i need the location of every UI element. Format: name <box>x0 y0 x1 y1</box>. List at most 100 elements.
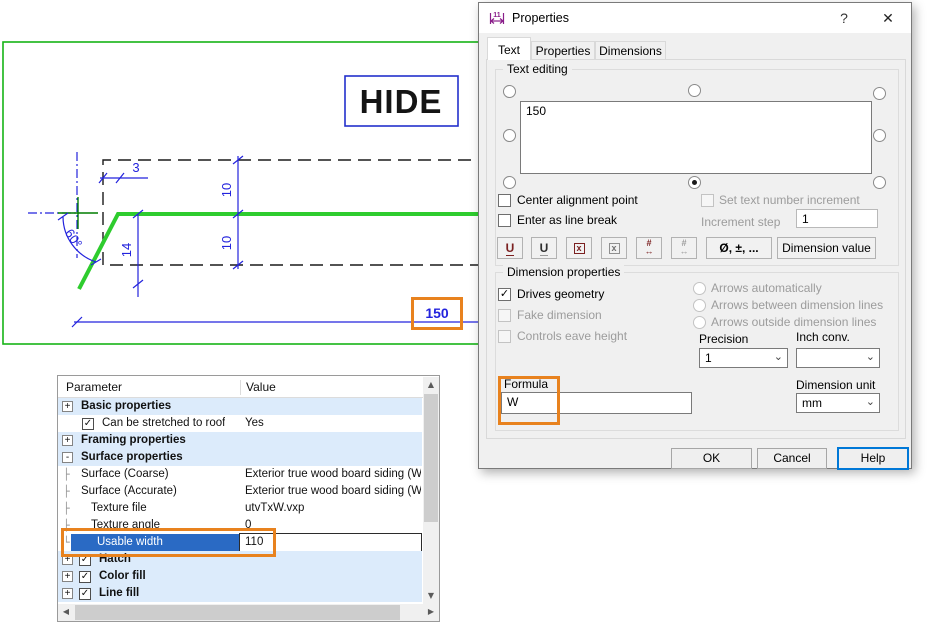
underline-on-icon: U <box>506 241 515 256</box>
dimension-unit-select[interactable]: mm ⌄ <box>796 393 880 413</box>
scroll-up-icon[interactable]: ▲ <box>423 377 439 393</box>
tab-text[interactable]: Text <box>487 37 531 60</box>
precision-select[interactable]: 1 ⌄ <box>699 348 788 368</box>
inch-conv-select[interactable]: ⌄ <box>796 348 880 368</box>
table-row[interactable]: + ✓ Line fill <box>58 585 422 602</box>
row-checkbox[interactable]: ✓ <box>79 571 91 583</box>
table-row[interactable]: -Surface properties <box>58 449 422 466</box>
column-header-value[interactable]: Value <box>240 380 276 395</box>
underline-off-icon: U <box>540 241 549 256</box>
tab-dimensions[interactable]: Dimensions <box>595 41 666 60</box>
hide-label-text[interactable]: HIDE <box>360 83 443 120</box>
dimension-10-top <box>233 156 243 218</box>
inch-conv-label: Inch conv. <box>796 330 850 344</box>
table-row[interactable]: +Basic properties <box>58 398 422 415</box>
cancel-button[interactable]: Cancel <box>757 448 827 469</box>
align-radio-middle-left[interactable] <box>503 129 516 142</box>
align-radio-top-left[interactable] <box>503 85 516 98</box>
align-radio-top-center[interactable] <box>688 84 701 97</box>
dim-text-on-icon: #↔ <box>645 239 654 255</box>
set-increment-label: Set text number increment <box>719 193 860 207</box>
scroll-right-icon[interactable]: ▶ <box>423 604 439 620</box>
arrows-between-radio <box>693 299 706 312</box>
arrows-auto-label: Arrows automatically <box>711 281 822 295</box>
align-radio-bottom-center[interactable] <box>688 176 701 189</box>
tree-branch-icon: ├ <box>63 500 75 517</box>
dim-text-on-button[interactable]: #↔ <box>636 237 662 259</box>
controls-eave-label: Controls eave height <box>517 329 627 343</box>
tree-branch-icon: ├ <box>63 466 75 483</box>
align-radio-middle-right[interactable] <box>873 129 886 142</box>
drives-geometry-checkbox[interactable]: ✓ <box>498 288 511 301</box>
table-row[interactable]: ├Surface (Coarse)Exterior true wood boar… <box>58 466 422 483</box>
dimension-3-text[interactable]: 3 <box>132 160 139 175</box>
param-label: Framing properties <box>81 432 186 449</box>
row-checkbox[interactable]: ✓ <box>82 418 94 430</box>
scroll-down-icon[interactable]: ▼ <box>423 588 439 604</box>
boxed-text-off-icon: x <box>609 243 620 254</box>
close-icon[interactable]: ✕ <box>867 3 909 33</box>
dimension-text-input[interactable]: 150 <box>520 101 872 174</box>
dim-text-off-button: #↔ <box>671 237 697 259</box>
center-alignment-checkbox[interactable] <box>498 194 511 207</box>
dimension-value-button[interactable]: Dimension value <box>777 237 876 259</box>
increment-step-input[interactable]: 1 <box>796 209 878 228</box>
expand-toggle[interactable]: + <box>62 401 73 412</box>
help-button[interactable]: Help <box>837 447 909 470</box>
table-row[interactable]: ✓Can be stretched to roofYes <box>58 415 422 432</box>
column-header-parameter[interactable]: Parameter <box>66 380 122 394</box>
dialog-titlebar[interactable]: 11 Properties ? ✕ <box>479 3 911 33</box>
param-value: utvTxW.vxp <box>245 500 421 517</box>
table-row[interactable]: + ✓ Color fill <box>58 568 422 585</box>
symbols-button[interactable]: Ø, ±, ... <box>706 237 772 259</box>
vertical-scrollbar[interactable]: ▲ ▼ <box>423 377 439 604</box>
align-radio-bottom-right[interactable] <box>873 176 886 189</box>
dimension-10-top-text[interactable]: 10 <box>219 183 234 197</box>
expand-toggle[interactable]: + <box>62 588 73 599</box>
precision-value: 1 <box>705 351 712 365</box>
param-label: Surface (Accurate) <box>81 483 177 500</box>
param-label: Line fill <box>99 585 139 602</box>
dimension-unit-value: mm <box>802 396 822 410</box>
table-row[interactable]: ├Surface (Accurate)Exterior true wood bo… <box>58 483 422 500</box>
dimension-10-bottom <box>233 214 243 269</box>
param-value: Exterior true wood board siding (WALL <box>245 483 421 500</box>
horizontal-scrollbar-thumb[interactable] <box>75 605 400 620</box>
align-radio-bottom-left[interactable] <box>503 176 516 189</box>
align-radio-top-right[interactable] <box>873 87 886 100</box>
arrows-between-label: Arrows between dimension lines <box>711 298 883 312</box>
scroll-left-icon[interactable]: ◀ <box>58 604 74 620</box>
tab-properties[interactable]: Properties <box>531 41 595 60</box>
app-canvas: 3 10 10 14 150 <box>0 0 950 625</box>
fake-dimension-label: Fake dimension <box>517 308 602 322</box>
underline-off-button[interactable]: U <box>531 237 557 259</box>
horizontal-scrollbar[interactable]: ◀ ▶ <box>58 604 439 621</box>
annotation-box-150 <box>411 297 463 330</box>
line-break-checkbox[interactable] <box>498 214 511 227</box>
boxed-text-on-button[interactable]: x <box>566 237 592 259</box>
parameter-table: Parameter Value +Basic properties✓Can be… <box>57 375 440 622</box>
controls-eave-checkbox <box>498 330 511 343</box>
ok-button[interactable]: OK <box>671 448 752 469</box>
dimension-10-bottom-text[interactable]: 10 <box>219 236 234 250</box>
dialog-help-icon[interactable]: ? <box>827 3 861 33</box>
param-label: Surface properties <box>81 449 183 466</box>
param-label: Color fill <box>99 568 146 585</box>
dim-text-off-icon: #↔ <box>680 239 689 255</box>
chevron-down-icon: ⌄ <box>866 350 875 363</box>
table-row[interactable]: + Framing properties <box>58 432 422 449</box>
table-row[interactable]: ├ Texture file utvTxW.vxp <box>58 500 422 517</box>
boxed-text-off-button[interactable]: x <box>601 237 627 259</box>
param-label: Texture file <box>91 500 147 517</box>
vertical-scrollbar-thumb[interactable] <box>424 394 438 522</box>
underline-on-button[interactable]: U <box>497 237 523 259</box>
dimension-properties-group-label: Dimension properties <box>503 265 624 279</box>
row-checkbox[interactable]: ✓ <box>79 588 91 600</box>
expand-toggle[interactable]: + <box>62 435 73 446</box>
dialog-title: Properties <box>512 11 569 25</box>
dimension-14-text[interactable]: 14 <box>119 243 134 257</box>
expand-toggle[interactable]: + <box>62 571 73 582</box>
expand-toggle[interactable]: - <box>62 452 73 463</box>
dimension-3 <box>99 173 148 183</box>
set-increment-checkbox <box>701 194 714 207</box>
